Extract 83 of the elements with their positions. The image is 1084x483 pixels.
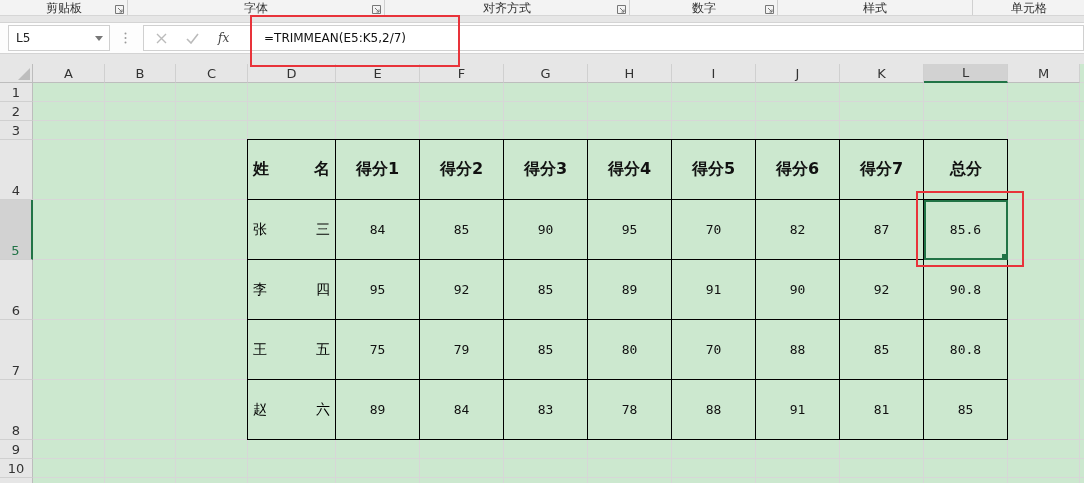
ribbon-group-label: 单元格 [1010, 2, 1047, 15]
name-box[interactable]: L5 [8, 25, 110, 51]
formula-input[interactable]: =TRIMMEAN(E5:K5,2/7) [251, 25, 1084, 51]
row-header[interactable]: 9 [0, 440, 33, 459]
total-cell[interactable]: 85 [924, 380, 1008, 440]
table-cell: 92 [840, 260, 924, 320]
dialog-launcher-icon[interactable] [115, 5, 124, 14]
dialog-launcher-icon[interactable] [372, 5, 381, 14]
row-header[interactable]: 8 [0, 380, 33, 440]
table-cell: 89 [336, 380, 420, 440]
column-header[interactable]: C [176, 64, 248, 83]
header-cell: 姓 名 [247, 139, 336, 200]
table-cell: 95 [588, 200, 672, 260]
table-cell: 79 [420, 320, 504, 380]
column-header[interactable]: J [756, 64, 840, 83]
row-header[interactable]: 1 [0, 83, 33, 102]
header-cell: 得分4 [588, 139, 672, 200]
column-header[interactable]: M [1008, 64, 1080, 83]
dialog-launcher-icon[interactable] [765, 5, 774, 14]
dialog-launcher-icon[interactable] [617, 5, 626, 14]
header-cell: 得分1 [336, 139, 420, 200]
column-header[interactable]: G [504, 64, 588, 83]
table-cell: 89 [588, 260, 672, 320]
more-icon [124, 32, 127, 44]
table-cell: 82 [756, 200, 840, 260]
total-cell[interactable]: 85.6 [924, 200, 1008, 260]
table-cell: 95 [336, 260, 420, 320]
header-cell: 得分2 [420, 139, 504, 200]
name-cell: 赵 六 [247, 380, 336, 440]
ribbon-group-label: 数字 [691, 2, 716, 15]
column-header[interactable]: I [672, 64, 756, 83]
header-cell: 得分5 [672, 139, 756, 200]
row-header[interactable]: 3 [0, 121, 33, 140]
table-cell: 90 [756, 260, 840, 320]
table-cell: 88 [672, 380, 756, 440]
header-cell: 得分7 [840, 139, 924, 200]
ribbon-group-label: 字体 [244, 2, 268, 15]
ribbon-group-label: 剪贴板 [45, 2, 82, 15]
table-cell: 87 [840, 200, 924, 260]
header-cell: 总分 [924, 139, 1008, 200]
table-cell: 81 [840, 380, 924, 440]
row-header[interactable]: 10 [0, 459, 33, 478]
total-cell[interactable]: 90.8 [924, 260, 1008, 320]
column-header[interactable]: A [33, 64, 105, 83]
table-cell: 75 [336, 320, 420, 380]
column-header[interactable]: B [105, 64, 176, 83]
check-icon[interactable] [186, 32, 199, 44]
row-header[interactable]: 5 [0, 200, 33, 260]
row-header[interactable]: 6 [0, 260, 33, 320]
caret-icon [95, 35, 103, 41]
table-cell: 91 [672, 260, 756, 320]
fill-handle[interactable] [1002, 254, 1007, 259]
row-header[interactable]: 4 [0, 140, 33, 200]
table-cell: 85 [840, 320, 924, 380]
table-cell: 91 [756, 380, 840, 440]
total-cell[interactable]: 80.8 [924, 320, 1008, 380]
header-cell: 得分6 [756, 139, 840, 200]
column-header[interactable]: F [420, 64, 504, 83]
table-cell: 70 [672, 320, 756, 380]
table-cell: 90 [504, 200, 588, 260]
table-cell: 80 [588, 320, 672, 380]
column-header[interactable]: L [924, 64, 1008, 83]
column-header[interactable]: K [840, 64, 924, 83]
table-cell: 88 [756, 320, 840, 380]
table-cell: 92 [420, 260, 504, 320]
table-cell: 78 [588, 380, 672, 440]
header-cell: 得分3 [504, 139, 588, 200]
table-cell: 70 [672, 200, 756, 260]
column-header[interactable]: H [588, 64, 672, 83]
ribbon-group-label: 样式 [863, 2, 887, 15]
ribbon-group-label: 对齐方式 [483, 2, 531, 15]
name-cell: 张 三 [247, 200, 336, 260]
table-cell: 84 [420, 380, 504, 440]
table-cell: 84 [336, 200, 420, 260]
row-header[interactable]: 2 [0, 102, 33, 121]
name-cell: 王 五 [247, 320, 336, 380]
name-cell: 李 四 [247, 260, 336, 320]
row-header[interactable]: 7 [0, 320, 33, 380]
table-cell: 85 [420, 200, 504, 260]
table-cell: 85 [504, 260, 588, 320]
table-cell: 83 [504, 380, 588, 440]
insert-function-button[interactable]: fx [218, 31, 230, 45]
table-cell: 85 [504, 320, 588, 380]
